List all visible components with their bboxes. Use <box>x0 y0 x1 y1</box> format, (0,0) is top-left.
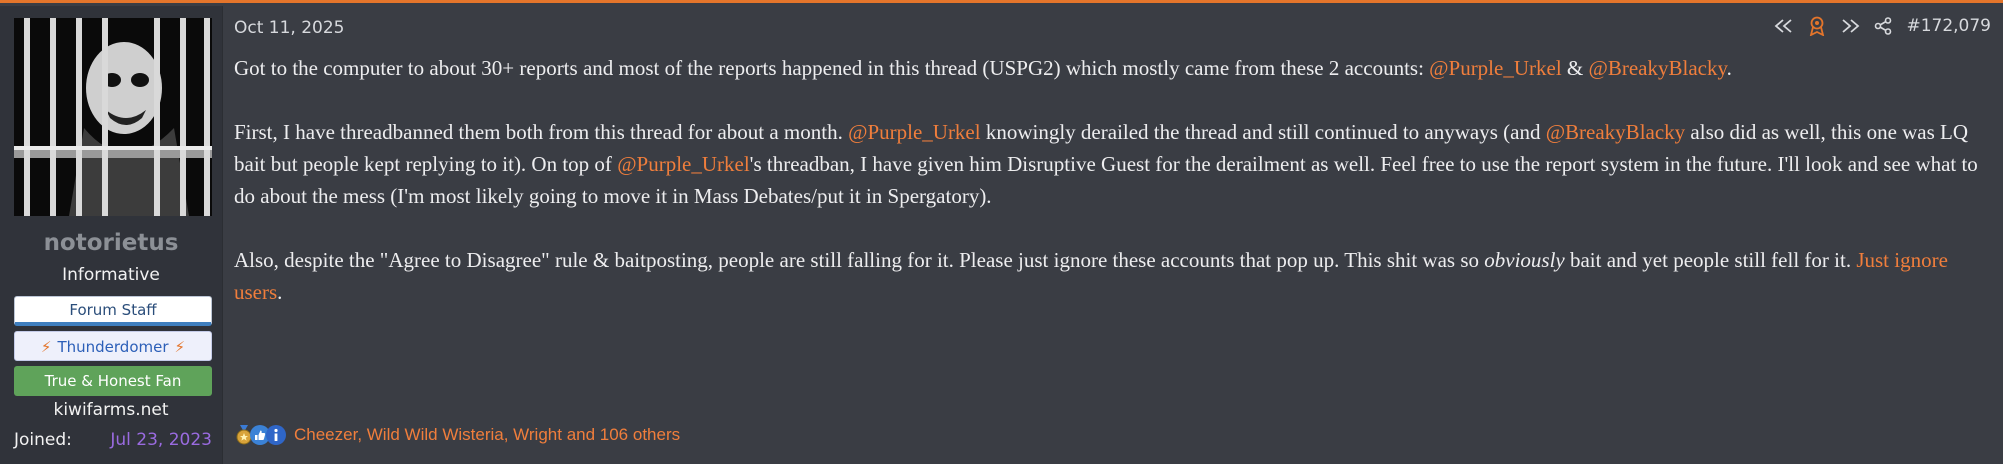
text: Also, despite the "Agree to Disagree" ru… <box>234 248 1485 272</box>
username[interactable]: notorietus <box>0 230 222 256</box>
banner-thunderdomer: ⚡ Thunderdomer ⚡ <box>14 331 212 361</box>
text: First, I have threadbanned them both fro… <box>234 120 849 144</box>
avatar[interactable] <box>14 18 212 216</box>
text: . <box>277 280 283 304</box>
user-title: Informative <box>62 265 160 285</box>
award-ribbon-icon[interactable] <box>1808 16 1826 36</box>
post-paragraph-2: First, I have threadbanned them both fro… <box>234 116 1989 212</box>
mention-link[interactable]: @BreakyBlacky <box>1589 56 1727 80</box>
reactions-bar[interactable]: Cheezer, Wild Wild Wisteria, Wright and … <box>234 425 680 445</box>
post-paragraph-3: Also, despite the "Agree to Disagree" ru… <box>234 244 1989 308</box>
mention-link[interactable]: @Purple_Urkel <box>848 120 980 144</box>
forum-post: notorietus Informative Forum Staff ⚡ Thun… <box>0 0 2003 464</box>
avatar-image <box>14 18 212 216</box>
user-site: kiwifarms.net <box>53 400 169 420</box>
fast-forward-icon[interactable] <box>1840 18 1860 34</box>
banner-true-honest-fan: True & Honest Fan <box>14 366 212 396</box>
post-paragraph-1: Got to the computer to about 30+ reports… <box>234 52 1989 84</box>
text: knowingly derailed the thread and still … <box>980 120 1546 144</box>
post-body: Got to the computer to about 30+ reports… <box>234 52 1989 340</box>
text: . <box>1726 56 1732 80</box>
lightning-icon: ⚡ <box>40 338 52 356</box>
text: & <box>1561 56 1589 80</box>
banner-forum-staff: Forum Staff <box>14 296 212 326</box>
joined-label: Joined: <box>14 430 72 450</box>
emphasis-text: obviously <box>1484 248 1565 272</box>
mention-link[interactable]: @Purple_Urkel <box>1429 56 1561 80</box>
post-actions: #172,079 <box>1774 16 1991 36</box>
post-number[interactable]: #172,079 <box>1906 16 1991 36</box>
mention-link[interactable]: @Purple_Urkel <box>617 152 749 176</box>
banner-thunderdomer-label: Thunderdomer <box>57 338 169 356</box>
user-sidebar: notorietus Informative Forum Staff ⚡ Thun… <box>0 6 223 464</box>
lightning-icon: ⚡ <box>174 338 186 356</box>
share-icon[interactable] <box>1874 17 1892 35</box>
post-date[interactable]: Oct 11, 2025 <box>234 18 345 38</box>
reactions-list-link[interactable]: Cheezer, Wild Wild Wisteria, Wright and … <box>294 425 680 445</box>
joined-date: Jul 23, 2023 <box>110 430 212 450</box>
text: bait and yet people still fell for it. <box>1564 248 1857 272</box>
rewind-icon[interactable] <box>1774 18 1794 34</box>
mention-link[interactable]: @BreakyBlacky <box>1546 120 1685 144</box>
text: Got to the computer to about 30+ reports… <box>234 56 1430 80</box>
post-main: Oct 11, 2025 #172,079 Got to the compute… <box>234 6 2003 464</box>
informative-reaction-icon <box>266 425 286 445</box>
